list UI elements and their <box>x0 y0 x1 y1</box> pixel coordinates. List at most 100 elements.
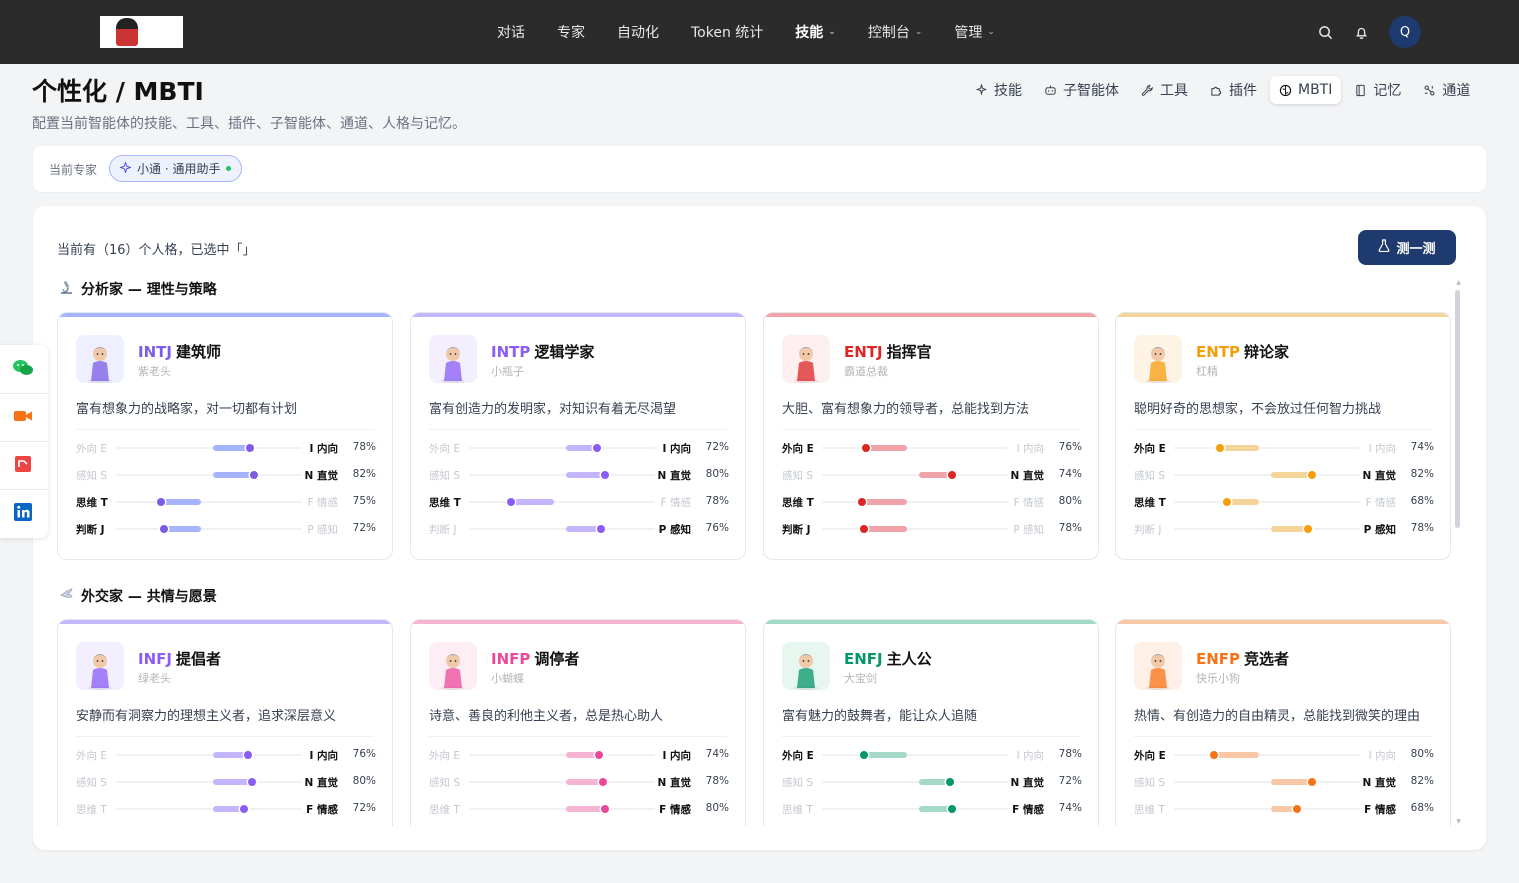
trait-knob <box>596 525 605 533</box>
tab-item[interactable]: 工具 <box>1132 76 1197 104</box>
trait-left-label: 思维 T <box>429 804 460 816</box>
tab-mbti[interactable]: MBTI <box>1270 76 1342 104</box>
tab-item[interactable]: 子智能体 <box>1035 76 1128 104</box>
nav-item-label: Token 统计 <box>691 25 764 41</box>
trait-fill <box>866 445 907 451</box>
personality-card-entp[interactable]: ENTP 辩论家 杠精 聪明好奇的思想家，不会放过任何智力挑战 外向 E I 内向 74% 感… <box>1115 312 1451 560</box>
top-actions: Q <box>1317 16 1421 48</box>
card-accent-bar <box>764 313 1098 317</box>
nav-item[interactable]: 管理 ⌄ <box>954 0 995 64</box>
trait-right-label: F 情感 <box>1364 804 1396 816</box>
trait-left-label: 外向 E <box>1134 443 1166 455</box>
red-note-icon[interactable] <box>12 453 34 475</box>
scroll-up-icon[interactable]: ▲ <box>1456 279 1461 286</box>
nav-item[interactable]: 自动化 <box>617 0 659 64</box>
trait-knob <box>1222 498 1231 506</box>
nav-item[interactable]: 对话 <box>497 0 525 64</box>
divider <box>0 393 48 394</box>
nav-item-label: 控制台 <box>867 25 910 41</box>
trait-track <box>822 778 1008 786</box>
divider <box>0 489 48 490</box>
trait-row: 思维 T F 情感 74% <box>782 802 1082 816</box>
trait-left-label: 外向 E <box>782 443 814 455</box>
personality-card-infp[interactable]: INFP 调停者 小蝴蝶 诗意、善良的利他主义者，总是热心助人 外向 E I 内向 74% 感… <box>410 619 746 826</box>
tab-item[interactable]: 插件 <box>1201 76 1266 104</box>
tab-item[interactable]: 技能 <box>966 76 1031 104</box>
tab-item[interactable]: 通道 <box>1414 76 1479 104</box>
personality-type: INFP 调停者 <box>491 648 579 669</box>
trait-percent: 80% <box>1410 748 1434 760</box>
trait-row: 外向 E I 内向 80% <box>1134 748 1434 762</box>
trait-row: 感知 S N 直觉 82% <box>76 468 376 482</box>
trait-percent: 82% <box>1410 775 1434 787</box>
nav-item[interactable]: 专家 <box>557 0 585 64</box>
trait-row: 判断 J P 感知 76% <box>429 522 729 536</box>
user-avatar[interactable]: Q <box>1389 16 1421 48</box>
trait-row: 外向 E I 内向 78% <box>76 441 376 455</box>
personality-card-enfj[interactable]: ENFJ 主人公 大宝剑 富有魅力的鼓舞者，能让众人追随 外向 E I 内向 78% 感知 S… <box>763 619 1099 826</box>
search-icon[interactable] <box>1317 24 1333 40</box>
personality-card-intp[interactable]: INTP 逻辑学家 小瓶子 富有创造力的发明家，对知识有着无尽渴望 外向 E I 内向 72… <box>410 312 746 560</box>
trait-track <box>822 525 1008 533</box>
puzzle-icon <box>1210 84 1223 97</box>
trait-track <box>116 471 302 479</box>
trait-left-label: 思维 T <box>429 497 461 509</box>
personality-type: INFJ 提倡者 <box>138 648 221 669</box>
trait-fill <box>511 499 554 505</box>
trait-track <box>469 444 655 452</box>
trait-fill <box>919 472 952 478</box>
bell-icon[interactable] <box>1353 24 1369 40</box>
linkedin-icon[interactable] <box>12 501 34 523</box>
personality-nickname: 绿老头 <box>138 672 171 685</box>
scroll-down-icon[interactable]: ▼ <box>1456 818 1461 825</box>
nav-item[interactable]: 技能 ⌄ <box>795 0 836 64</box>
nav-item[interactable]: Token 统计 <box>691 0 763 64</box>
trait-row: 外向 E I 内向 74% <box>1134 441 1434 455</box>
trait-percent: 75% <box>352 495 376 507</box>
tab-item[interactable]: 记忆 <box>1345 76 1410 104</box>
trait-track <box>1174 471 1360 479</box>
notebook-icon <box>1354 84 1367 97</box>
personality-name: 辩论家 <box>1244 343 1290 361</box>
personality-name: 逻辑学家 <box>534 343 595 361</box>
wechat-icon[interactable] <box>12 357 34 379</box>
trait-fill <box>864 526 907 532</box>
logo[interactable] <box>100 16 183 48</box>
trait-knob <box>594 751 603 759</box>
personality-card-infj[interactable]: INFJ 提倡者 绿老头 安静而有洞察力的理想主义者，追求深层意义 外向 E I 内向 76… <box>57 619 393 826</box>
personality-description: 富有魅力的鼓舞者，能让众人追随 <box>782 709 978 724</box>
video-icon[interactable] <box>12 405 34 427</box>
trait-fill <box>566 806 605 812</box>
trait-percent: 74% <box>1410 441 1434 453</box>
trait-left-label: 感知 S <box>429 470 461 482</box>
personality-description: 安静而有洞察力的理想主义者，追求深层意义 <box>76 709 337 724</box>
trait-left-label: 判断 J <box>1134 524 1162 536</box>
personality-card-intj[interactable]: INTJ 建筑师 紫老头 富有想象力的战略家，对一切都有计划 外向 E I 内向 78% 感知… <box>57 312 393 560</box>
chevron-down-icon: ⌄ <box>828 27 836 37</box>
trait-right-label: I 内向 <box>309 750 338 762</box>
personality-type: INTJ 建筑师 <box>138 341 221 362</box>
brain-icon <box>1279 84 1292 97</box>
nav-item[interactable]: 控制台 ⌄ <box>868 0 923 64</box>
trait-right-label: P 感知 <box>1013 524 1044 536</box>
personality-name: 提倡者 <box>175 650 221 668</box>
trait-right-label: N 直觉 <box>657 470 691 482</box>
take-test-button[interactable]: 测一测 <box>1358 230 1456 265</box>
trait-fill <box>164 526 201 532</box>
trait-right-label: F 情感 <box>660 497 691 509</box>
personality-description: 聪明好奇的思想家，不会放过任何智力挑战 <box>1134 402 1382 417</box>
trait-percent: 78% <box>1058 522 1082 534</box>
personality-card-enfp[interactable]: ENFP 竞选者 快乐小狗 热情、有创造力的自由精灵，总能找到微笑的理由 外向 E I 内… <box>1115 619 1451 826</box>
trait-percent: 78% <box>1058 748 1082 760</box>
page-title: 个性化 / MBTI <box>32 77 204 106</box>
current-expert-chip[interactable]: 小通 · 通用助手 <box>109 155 243 182</box>
personality-type: ENTJ 指挥官 <box>844 341 932 362</box>
trait-track <box>822 444 1008 452</box>
trait-fill <box>566 472 605 478</box>
trait-fill <box>1271 526 1308 532</box>
sparkle-icon <box>118 160 133 176</box>
trait-left-label: 外向 E <box>1134 750 1166 762</box>
scrollbar-thumb[interactable] <box>1455 290 1460 528</box>
trait-track <box>822 471 1008 479</box>
personality-card-entj[interactable]: ENTJ 指挥官 霸道总裁 大胆、富有想象力的领导者，总能找到方法 外向 E I 内向 76… <box>763 312 1099 560</box>
